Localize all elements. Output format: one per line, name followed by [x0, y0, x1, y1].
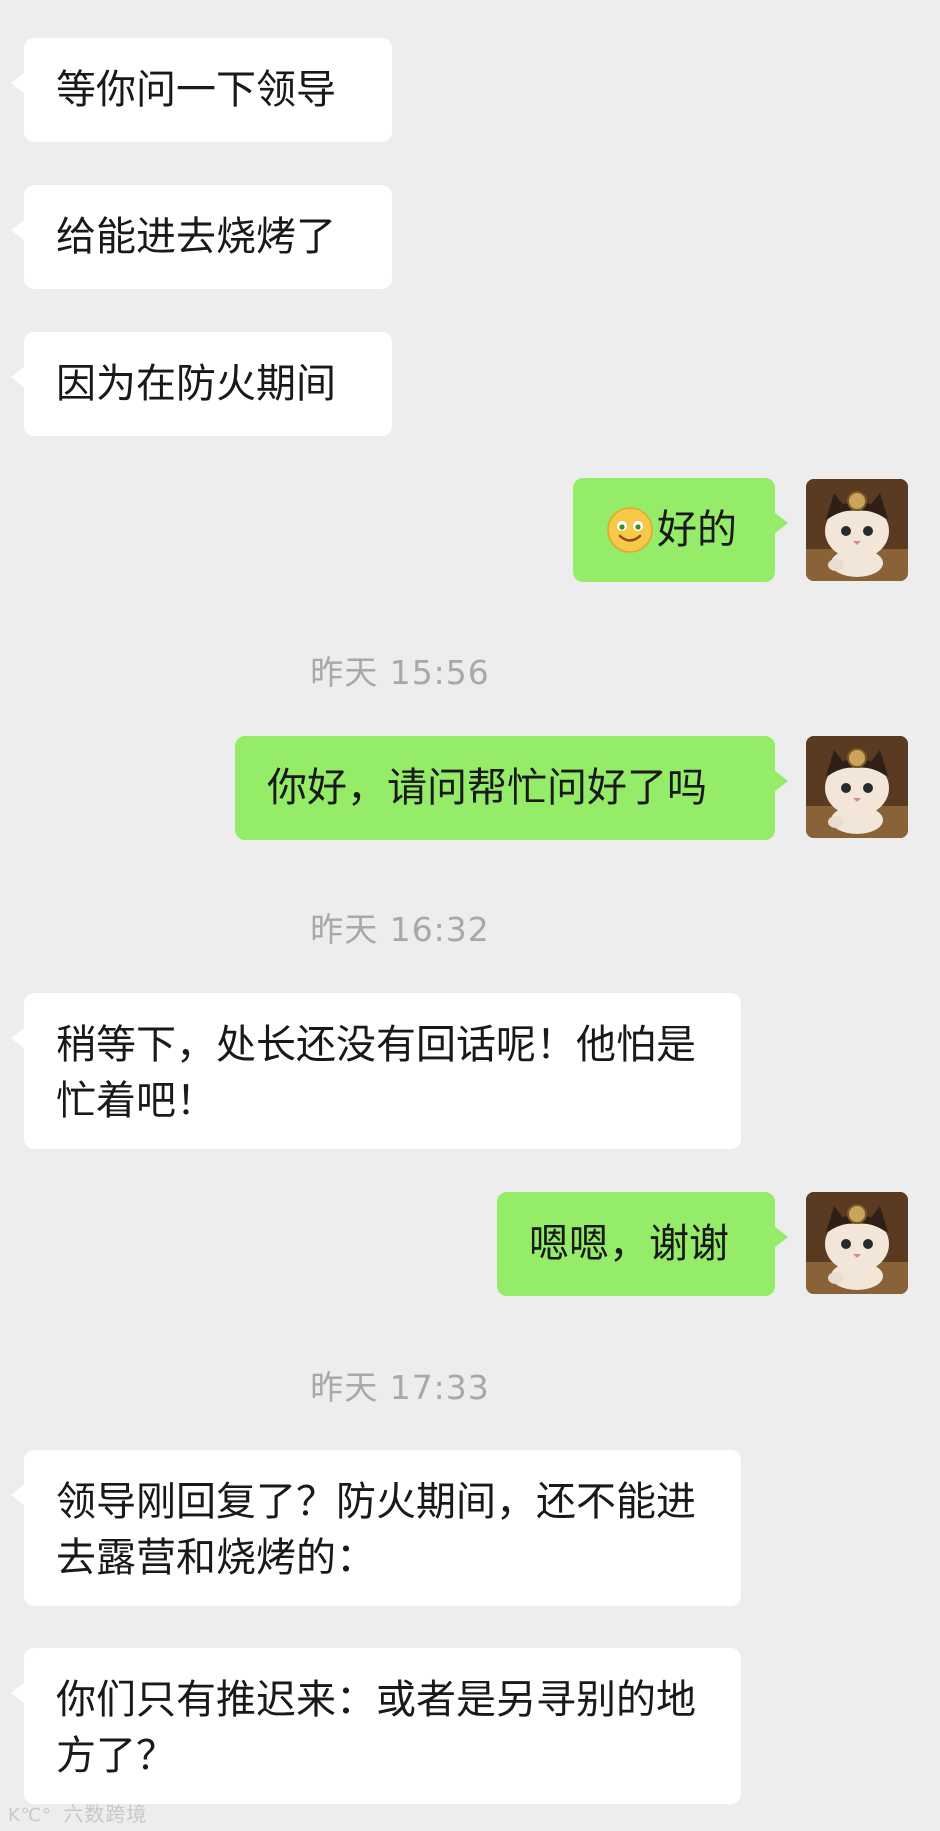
- watermark-text: 六数跨境: [63, 1802, 148, 1826]
- user-avatar[interactable]: [806, 479, 908, 581]
- cat-avatar-icon: [806, 1192, 908, 1294]
- incoming-message[interactable]: 给能进去烧烤了: [11, 185, 392, 289]
- incoming-message[interactable]: 你们只有推迟来：或者是另寻别的地方了？: [11, 1648, 741, 1804]
- cat-avatar-icon: [806, 479, 908, 581]
- incoming-message[interactable]: 等你问一下领导: [11, 38, 392, 142]
- chat-window: 等你问一下领导 给能进去烧烤了 因为在防火期间 好的 昨天 15:56 你好，请…: [0, 0, 940, 1831]
- message-timestamp: 昨天 15:56: [310, 653, 490, 692]
- outgoing-message[interactable]: 你好，请问帮忙问好了吗: [235, 736, 788, 840]
- incoming-message[interactable]: 因为在防火期间: [11, 332, 392, 436]
- message-timestamp: 昨天 16:32: [310, 910, 490, 949]
- incoming-message[interactable]: 领导刚回复了？防火期间，还不能进去露营和烧烤的：: [11, 1450, 741, 1606]
- message-text: 领导刚回复了？防火期间，还不能进去露营和烧烤的：: [56, 1479, 696, 1581]
- message-text: 给能进去烧烤了: [56, 214, 336, 260]
- message-text: 你们只有推迟来：或者是另寻别的地方了？: [56, 1677, 696, 1779]
- message-timestamp: 昨天 17:33: [310, 1368, 490, 1407]
- message-text: 你好，请问帮忙问好了吗: [267, 765, 707, 811]
- incoming-message[interactable]: 稍等下，处长还没有回话呢！他怕是忙着吧！: [11, 993, 741, 1149]
- smiling-face-emoji-icon: [605, 505, 655, 555]
- cat-avatar-icon: [806, 736, 908, 838]
- outgoing-message[interactable]: 好的: [573, 478, 788, 582]
- outgoing-message[interactable]: 嗯嗯，谢谢: [497, 1192, 788, 1296]
- message-text: 稍等下，处长还没有回话呢！他怕是忙着吧！: [56, 1022, 696, 1124]
- message-text: 因为在防火期间: [56, 361, 336, 407]
- watermark: K℃° 六数跨境: [8, 1798, 147, 1827]
- watermark-logo: K℃°: [8, 1805, 53, 1826]
- message-text: 等你问一下领导: [56, 67, 336, 113]
- message-text: 好的: [657, 507, 737, 553]
- user-avatar[interactable]: [806, 736, 908, 838]
- user-avatar[interactable]: [806, 1192, 908, 1294]
- message-text: 嗯嗯，谢谢: [529, 1221, 729, 1267]
